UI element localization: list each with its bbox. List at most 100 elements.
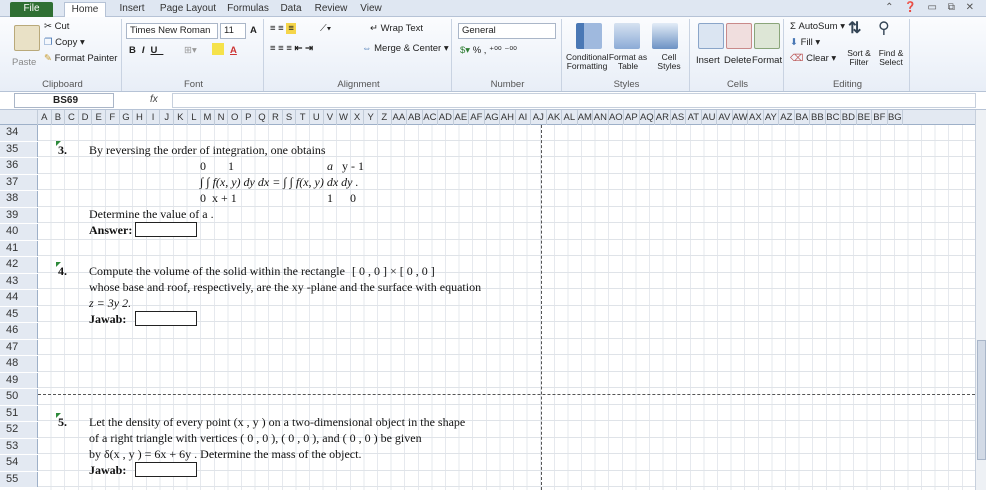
row-header[interactable]: 49 <box>0 372 38 388</box>
number-format-dropdown[interactable]: General <box>458 23 556 39</box>
row-header[interactable]: 45 <box>0 306 38 322</box>
column-header-at[interactable]: AT <box>686 110 702 125</box>
column-header-ac[interactable]: AC <box>423 110 439 125</box>
row-header[interactable]: 34 <box>0 125 38 141</box>
row-header[interactable]: 39 <box>0 207 38 223</box>
column-header-ba[interactable]: BA <box>795 110 811 125</box>
fx-icon[interactable]: fx <box>150 94 158 105</box>
wrap-text-button[interactable]: ↵ Wrap Text <box>370 23 423 35</box>
column-header-al[interactable]: AL <box>562 110 578 125</box>
column-header-r[interactable]: R <box>269 110 283 125</box>
borders-icon[interactable]: ⊞▾ <box>184 45 197 57</box>
row-header[interactable]: 47 <box>0 339 38 355</box>
column-header-ao[interactable]: AO <box>609 110 625 125</box>
formula-input[interactable] <box>172 93 976 108</box>
row-header[interactable]: 36 <box>0 158 38 174</box>
column-header-p[interactable]: P <box>242 110 256 125</box>
row-header[interactable]: 52 <box>0 422 38 438</box>
row-header[interactable]: 46 <box>0 323 38 339</box>
column-header-as[interactable]: AS <box>671 110 687 125</box>
find-select-button[interactable]: Find & Select <box>874 49 908 67</box>
delete-icon[interactable] <box>726 23 752 49</box>
column-header-ad[interactable]: AD <box>438 110 454 125</box>
column-header-w[interactable]: W <box>337 110 351 125</box>
column-header-o[interactable]: O <box>228 110 242 125</box>
paste-button[interactable]: Paste <box>12 57 36 69</box>
column-header-j[interactable]: J <box>160 110 174 125</box>
insert-button[interactable]: Insert <box>696 55 720 67</box>
column-header-b[interactable]: B <box>52 110 66 125</box>
q5-answer-box[interactable] <box>135 462 197 477</box>
row-header[interactable]: 41 <box>0 240 38 256</box>
column-header-bf[interactable]: BF <box>872 110 888 125</box>
tab-insert[interactable]: Insert <box>113 2 151 17</box>
column-header-bc[interactable]: BC <box>826 110 842 125</box>
scrollbar-thumb[interactable] <box>977 340 986 460</box>
align-text-icons[interactable]: ≡ ≡ ≡ ⇤ ⇥ <box>270 43 313 55</box>
column-header-av[interactable]: AV <box>717 110 733 125</box>
grow-font-icon[interactable]: A <box>250 25 257 37</box>
column-header-h[interactable]: H <box>133 110 147 125</box>
cell-styles-button[interactable]: Cell Styles <box>650 53 688 71</box>
row-header[interactable]: 53 <box>0 438 38 454</box>
q4-answer-box[interactable] <box>135 311 197 326</box>
sort-icon[interactable]: ⇅ <box>848 21 861 37</box>
tab-view[interactable]: View <box>357 2 385 17</box>
select-all-corner[interactable] <box>0 110 38 125</box>
column-header-l[interactable]: L <box>188 110 202 125</box>
conditional-formatting-button[interactable]: Conditional Formatting <box>566 53 609 71</box>
column-header-ax[interactable]: AX <box>748 110 764 125</box>
row-header[interactable]: 35 <box>0 141 38 157</box>
column-header-au[interactable]: AU <box>702 110 718 125</box>
merge-center-button[interactable]: ⇔ Merge & Center ▾ <box>362 43 449 55</box>
column-header-m[interactable]: M <box>201 110 215 125</box>
column-header-bg[interactable]: BG <box>888 110 904 125</box>
row-header[interactable]: 50 <box>0 389 38 405</box>
row-header[interactable]: 55 <box>0 471 38 487</box>
column-header-g[interactable]: G <box>120 110 134 125</box>
row-header[interactable]: 38 <box>0 191 38 207</box>
format-button[interactable]: Format <box>752 55 782 67</box>
tab-review[interactable]: Review <box>311 2 351 17</box>
bold-italic-underline-buttons[interactable]: BIU <box>129 45 163 57</box>
format-painter-button[interactable]: ✎ Format Painter <box>44 53 117 65</box>
column-header-c[interactable]: C <box>65 110 79 125</box>
column-header-k[interactable]: K <box>174 110 188 125</box>
column-header-an[interactable]: AN <box>593 110 609 125</box>
q3-answer-box[interactable] <box>135 222 197 237</box>
column-header-bb[interactable]: BB <box>810 110 826 125</box>
column-header-aq[interactable]: AQ <box>640 110 656 125</box>
column-header-ar[interactable]: AR <box>655 110 671 125</box>
column-header-y[interactable]: Y <box>364 110 378 125</box>
row-header[interactable]: 44 <box>0 290 38 306</box>
row-header[interactable]: 42 <box>0 257 38 273</box>
tab-file[interactable]: File <box>10 2 53 17</box>
tab-data[interactable]: Data <box>276 2 306 17</box>
format-table-icon[interactable] <box>614 23 640 49</box>
column-header-t[interactable]: T <box>296 110 310 125</box>
insert-icon[interactable] <box>698 23 724 49</box>
row-header[interactable]: 43 <box>0 273 38 289</box>
cut-button[interactable]: ✂ Cut <box>44 21 69 33</box>
column-header-ak[interactable]: AK <box>547 110 563 125</box>
number-format-icons[interactable]: $▾ % , ⁺⁰⁰ ⁻⁰⁰ <box>460 45 517 57</box>
column-header-n[interactable]: N <box>215 110 229 125</box>
column-header-ah[interactable]: AH <box>500 110 516 125</box>
column-header-f[interactable]: F <box>106 110 120 125</box>
column-header-u[interactable]: U <box>310 110 324 125</box>
column-header-aa[interactable]: AA <box>392 110 408 125</box>
delete-button[interactable]: Delete <box>724 55 751 67</box>
format-as-table-button[interactable]: Format as Table <box>608 53 648 71</box>
column-header-z[interactable]: Z <box>378 110 392 125</box>
vertical-scrollbar[interactable] <box>975 110 986 490</box>
cell-styles-icon[interactable] <box>652 23 678 49</box>
column-header-ag[interactable]: AG <box>485 110 501 125</box>
sort-filter-button[interactable]: Sort & Filter <box>842 49 876 67</box>
copy-button[interactable]: ❐ Copy ▾ <box>44 37 85 49</box>
align-top-icons[interactable]: ≡ ≡ ≡ <box>270 23 296 35</box>
paste-icon[interactable] <box>14 25 40 51</box>
column-header-ae[interactable]: AE <box>454 110 470 125</box>
tab-formulas[interactable]: Formulas <box>224 2 272 17</box>
column-header-am[interactable]: AM <box>578 110 594 125</box>
row-header[interactable]: 51 <box>0 405 38 421</box>
